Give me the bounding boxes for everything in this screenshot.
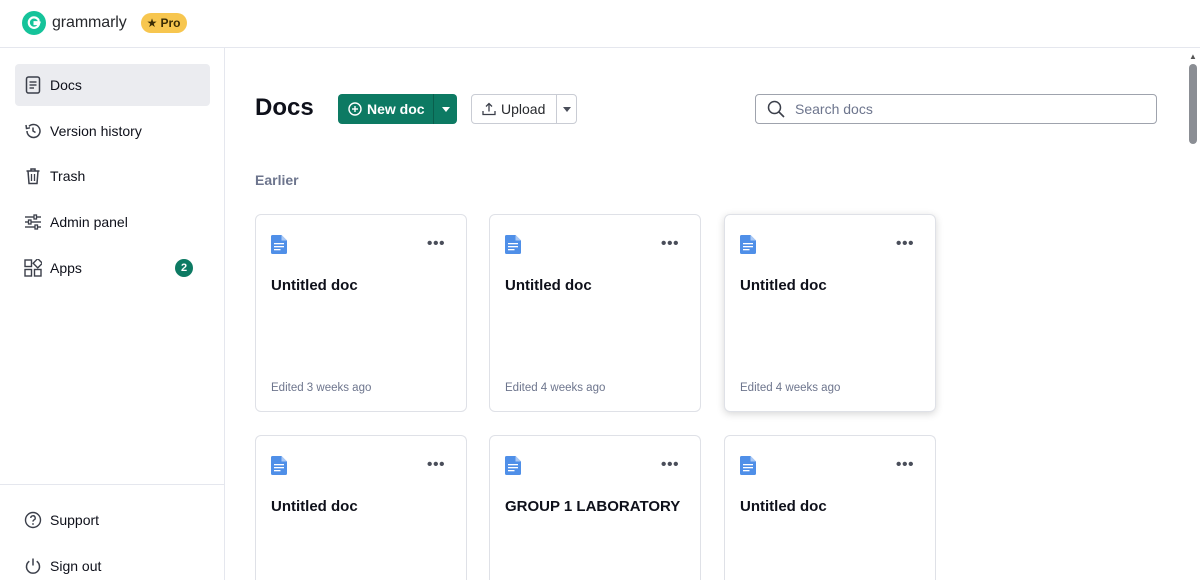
- sidebar-item-label: Version history: [50, 123, 142, 139]
- brand[interactable]: grammarly ★ Pro: [22, 11, 188, 35]
- doc-card[interactable]: ••• Untitled doc Edited 4 weeks ago: [489, 214, 701, 412]
- search-input[interactable]: [795, 101, 1135, 117]
- more-options-icon[interactable]: •••: [660, 235, 680, 253]
- apps-count-badge: 2: [175, 259, 193, 277]
- vertical-scrollbar[interactable]: ▲: [1186, 48, 1200, 580]
- caret-down-icon: [441, 106, 450, 112]
- new-doc-button[interactable]: New doc: [338, 94, 433, 124]
- grammarly-logo-icon: [22, 11, 46, 35]
- search-box: [755, 94, 1157, 124]
- pro-badge-label: Pro: [160, 16, 181, 30]
- sidebar-item-label: Sign out: [50, 558, 102, 574]
- sidebar-item-label: Admin panel: [50, 214, 128, 230]
- caret-down-icon: [562, 106, 571, 112]
- document-icon: [24, 76, 42, 94]
- search-icon: [767, 100, 785, 118]
- sidebar-item-label: Docs: [50, 77, 82, 93]
- doc-title: GROUP 1 LABORATORY: [505, 498, 681, 515]
- sidebar-item-label: Support: [50, 512, 100, 528]
- sidebar-item-support[interactable]: Support: [15, 499, 210, 541]
- doc-file-icon: [505, 456, 521, 475]
- new-doc-dropdown-button[interactable]: [433, 94, 457, 124]
- new-doc-button-group: New doc: [338, 94, 457, 124]
- upload-label: Upload: [501, 101, 546, 117]
- upload-button[interactable]: Upload: [472, 95, 556, 123]
- sidebar-divider: [0, 484, 224, 485]
- scrollbar-thumb[interactable]: [1189, 64, 1197, 144]
- apps-grid-icon: [24, 259, 42, 277]
- brand-name: grammarly: [52, 14, 127, 31]
- sidebar-item-apps[interactable]: Apps 2: [15, 247, 210, 289]
- doc-file-icon: [740, 456, 756, 475]
- sidebar-item-sign-out[interactable]: Sign out: [15, 545, 210, 587]
- doc-edited-time: Edited 3 weeks ago: [271, 382, 372, 394]
- doc-edited-time: Edited 4 weeks ago: [740, 382, 841, 394]
- sidebar: Docs Version history Trash Admin panel A…: [0, 48, 225, 580]
- doc-card[interactable]: ••• GROUP 1 LABORATORY: [489, 435, 701, 580]
- upload-dropdown-button[interactable]: [556, 95, 576, 123]
- doc-title: Untitled doc: [740, 277, 827, 294]
- doc-title: Untitled doc: [505, 277, 592, 294]
- more-options-icon[interactable]: •••: [426, 456, 446, 474]
- doc-file-icon: [271, 235, 287, 254]
- more-options-icon[interactable]: •••: [426, 235, 446, 253]
- sidebar-item-trash[interactable]: Trash: [15, 155, 210, 197]
- help-circle-icon: [24, 511, 42, 529]
- doc-title: Untitled doc: [271, 277, 358, 294]
- more-options-icon[interactable]: •••: [895, 456, 915, 474]
- trash-icon: [24, 167, 42, 185]
- sidebar-item-version-history[interactable]: Version history: [15, 110, 210, 152]
- top-bar: grammarly ★ Pro: [0, 0, 1200, 48]
- doc-edited-time: Edited 4 weeks ago: [505, 382, 606, 394]
- upload-button-group: Upload: [471, 94, 577, 124]
- more-options-icon[interactable]: •••: [660, 456, 680, 474]
- doc-title: Untitled doc: [271, 498, 358, 515]
- doc-card[interactable]: ••• Untitled doc Edited 3 weeks ago: [255, 214, 467, 412]
- plus-circle-icon: [348, 102, 362, 116]
- power-icon: [24, 557, 42, 575]
- scroll-up-arrow-icon[interactable]: ▲: [1189, 52, 1197, 61]
- sidebar-item-admin-panel[interactable]: Admin panel: [15, 201, 210, 243]
- doc-file-icon: [505, 235, 521, 254]
- history-icon: [24, 122, 42, 140]
- section-label-earlier: Earlier: [255, 172, 299, 188]
- sidebar-item-label: Trash: [50, 168, 86, 184]
- sliders-icon: [24, 213, 42, 231]
- doc-file-icon: [740, 235, 756, 254]
- sidebar-item-label: Apps: [50, 260, 82, 276]
- doc-title: Untitled doc: [740, 498, 827, 515]
- star-icon: ★: [146, 16, 158, 30]
- more-options-icon[interactable]: •••: [895, 235, 915, 253]
- doc-card[interactable]: ••• Untitled doc: [724, 435, 936, 580]
- page-title: Docs: [255, 94, 314, 121]
- sidebar-item-docs[interactable]: Docs: [15, 64, 210, 106]
- doc-card[interactable]: ••• Untitled doc: [255, 435, 467, 580]
- pro-badge: ★ Pro: [140, 13, 188, 33]
- doc-file-icon: [271, 456, 287, 475]
- doc-card[interactable]: ••• Untitled doc Edited 4 weeks ago: [724, 214, 936, 412]
- new-doc-label: New doc: [367, 101, 425, 117]
- upload-icon: [482, 102, 496, 116]
